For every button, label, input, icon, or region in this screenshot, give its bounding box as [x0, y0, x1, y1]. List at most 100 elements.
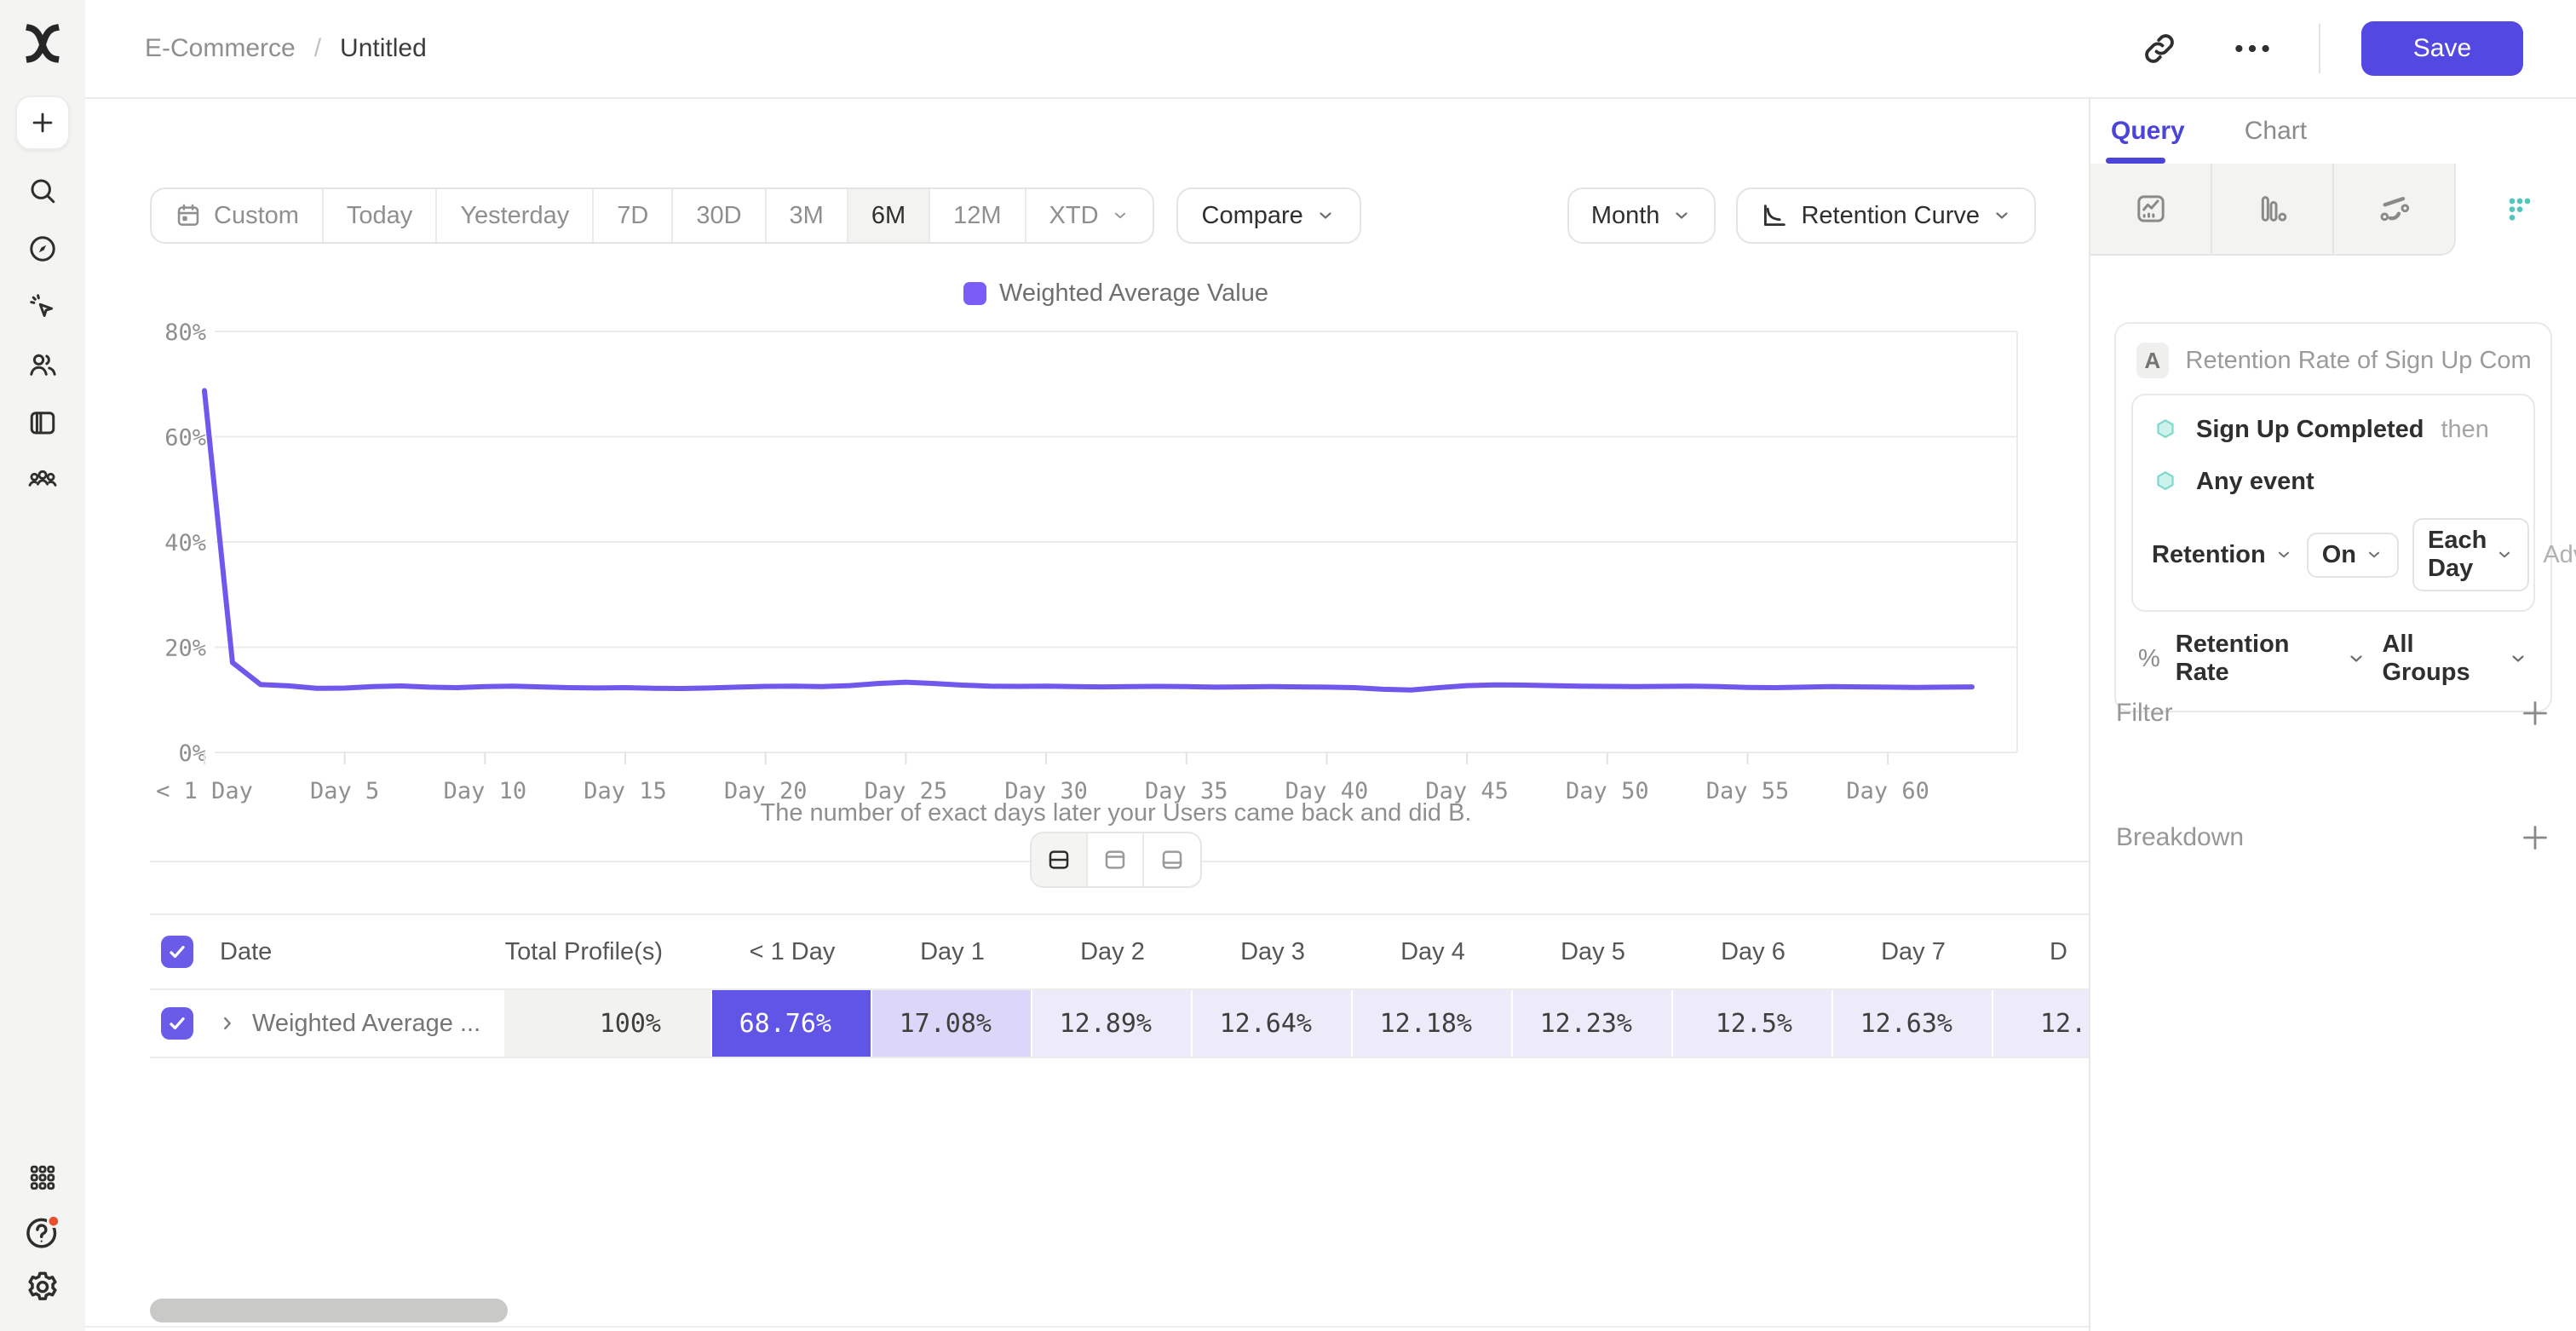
- control-label: Retention: [2152, 541, 2266, 569]
- control-label: Each Day: [2428, 527, 2487, 583]
- col-header-day[interactable]: < 1 Day: [712, 938, 872, 966]
- granularity-dropdown[interactable]: Month: [1567, 187, 1716, 244]
- layout-toggle-split-view[interactable]: [1032, 833, 1088, 886]
- add-filter-icon[interactable]: [2518, 696, 2552, 730]
- rail-item-settings[interactable]: [22, 1266, 63, 1307]
- chevron-down-icon: [2274, 545, 2293, 564]
- query-step-badge: A: [2136, 343, 2169, 378]
- query-step-1[interactable]: Sign Up Completedthen: [2133, 404, 2533, 456]
- rail-item-cursor-sparkle[interactable]: [22, 286, 63, 327]
- report-type-insights[interactable]: [2090, 164, 2212, 256]
- tab-chart[interactable]: Chart: [2245, 117, 2307, 146]
- create-button[interactable]: [15, 95, 70, 150]
- layout-toggle-table-only-view[interactable]: [1144, 833, 1200, 886]
- users-icon: [27, 349, 58, 380]
- granularity-label: Month: [1591, 202, 1660, 230]
- settings-icon: [24, 1268, 61, 1305]
- col-header-date[interactable]: Date: [204, 938, 504, 966]
- col-header-day[interactable]: Day 7: [1833, 938, 1993, 966]
- breadcrumb-report-name[interactable]: Untitled: [340, 34, 427, 63]
- report-type-retention-dots[interactable]: [2456, 164, 2576, 256]
- active-tab-underline: [2106, 158, 2165, 164]
- col-header-day[interactable]: Day 1: [872, 938, 1032, 966]
- retention-curve-icon: [1760, 201, 1789, 230]
- report-type-flows[interactable]: [2334, 164, 2456, 256]
- svg-text:0%: 0%: [178, 740, 206, 767]
- col-header-day[interactable]: Day 5: [1513, 938, 1673, 966]
- date-range-12m[interactable]: 12M: [930, 189, 1026, 242]
- groups-dropdown[interactable]: All Groups: [2382, 631, 2528, 687]
- svg-text:60%: 60%: [164, 425, 206, 452]
- layout-toggle-group: [1030, 832, 1202, 888]
- chart-type-dropdown[interactable]: Retention Curve: [1736, 187, 2036, 244]
- control-on[interactable]: On: [2307, 533, 2399, 578]
- rail-item-apps-grid[interactable]: [22, 1157, 63, 1198]
- date-range-today[interactable]: Today: [324, 189, 437, 242]
- date-range-segmented-control: Custom Today Yesterday 7D30D3M6M12M XTD: [150, 187, 1154, 244]
- horizontal-scrollbar[interactable]: [150, 1299, 508, 1322]
- date-range-label: XTD: [1049, 202, 1099, 230]
- control-adv[interactable]: Adv...: [2543, 541, 2576, 569]
- top-bar: E-Commerce / Untitled Save: [85, 0, 2576, 99]
- compare-label: Compare: [1202, 202, 1303, 230]
- control-retention[interactable]: Retention: [2152, 541, 2293, 569]
- breadcrumb-project[interactable]: E-Commerce: [145, 34, 296, 63]
- rail-item-compass[interactable]: [22, 228, 63, 269]
- retention-cell: 68.76%: [712, 990, 872, 1057]
- rail-item-users[interactable]: [22, 344, 63, 385]
- rail-item-cohorts[interactable]: [22, 460, 63, 501]
- date-range-label: Today: [347, 202, 412, 230]
- query-title[interactable]: Retention Rate of Sign Up Compl...: [2186, 347, 2531, 375]
- report-type-bars[interactable]: [2212, 164, 2334, 256]
- retention-cell: 12.5%: [1673, 990, 1833, 1057]
- breakdown-section: Breakdown: [2116, 811, 2552, 864]
- save-button[interactable]: Save: [2361, 21, 2523, 76]
- add-breakdown-icon[interactable]: [2518, 821, 2552, 855]
- more-options-icon[interactable]: [2230, 26, 2274, 71]
- chart-type-label: Retention Curve: [1801, 202, 1980, 230]
- query-card: A Retention Rate of Sign Up Compl... Sig…: [2114, 322, 2552, 712]
- date-range-3m[interactable]: 3M: [767, 189, 848, 242]
- compare-button[interactable]: Compare: [1176, 187, 1361, 244]
- compass-icon: [27, 233, 58, 264]
- date-range-label: Yesterday: [460, 202, 569, 230]
- rail-item-search[interactable]: [22, 170, 63, 211]
- query-panel: Query Chart A Retention Rate of Sign Up …: [2089, 99, 2576, 1331]
- rail-item-board[interactable]: [22, 402, 63, 443]
- col-header-day-partial[interactable]: D: [1993, 938, 2089, 966]
- row-checkbox[interactable]: [161, 1007, 193, 1040]
- date-range-xtd[interactable]: XTD: [1026, 189, 1153, 242]
- col-header-day[interactable]: Day 3: [1193, 938, 1353, 966]
- retention-controls-row: RetentionOnEach DayAdv...: [2133, 508, 2533, 595]
- row-checkbox[interactable]: [161, 936, 193, 968]
- layout-toggle-chart-only-view[interactable]: [1088, 833, 1144, 886]
- filter-label: Filter: [2116, 699, 2173, 728]
- tab-query[interactable]: Query: [2111, 117, 2185, 146]
- chevron-down-icon: [2495, 545, 2514, 564]
- date-range-7d[interactable]: 7D: [594, 189, 673, 242]
- rail-item-help[interactable]: [22, 1212, 63, 1253]
- measure-dropdown[interactable]: Retention Rate: [2176, 631, 2367, 687]
- control-eachday[interactable]: Each Day: [2412, 518, 2529, 591]
- retention-cell: 12.64%: [1193, 990, 1353, 1057]
- measure-label: Retention Rate: [2176, 631, 2338, 687]
- svg-text:80%: 80%: [164, 320, 206, 346]
- col-header-day[interactable]: Day 2: [1032, 938, 1193, 966]
- date-range-custom[interactable]: Custom: [152, 189, 324, 242]
- query-step-2[interactable]: Any event: [2133, 456, 2533, 508]
- chevron-down-icon: [1315, 205, 1336, 226]
- report-canvas: Custom Today Yesterday 7D30D3M6M12M XTD Comp…: [85, 99, 2089, 1331]
- row-label[interactable]: Weighted Average ...: [252, 1010, 480, 1038]
- date-range-30d[interactable]: 30D: [673, 189, 766, 242]
- divider: [85, 1326, 2089, 1328]
- chart-legend[interactable]: Weighted Average Value: [963, 279, 1268, 308]
- col-header-day[interactable]: Day 4: [1353, 938, 1513, 966]
- col-header-total-profiles[interactable]: Total Profile(s): [504, 938, 712, 966]
- date-range-yesterday[interactable]: Yesterday: [437, 189, 594, 242]
- copy-link-icon[interactable]: [2140, 29, 2179, 68]
- breakdown-label: Breakdown: [2116, 823, 2244, 852]
- mixpanel-logo-icon[interactable]: [23, 22, 62, 65]
- col-header-day[interactable]: Day 6: [1673, 938, 1833, 966]
- date-range-6m[interactable]: 6M: [848, 189, 930, 242]
- chevron-down-icon: [2365, 545, 2383, 564]
